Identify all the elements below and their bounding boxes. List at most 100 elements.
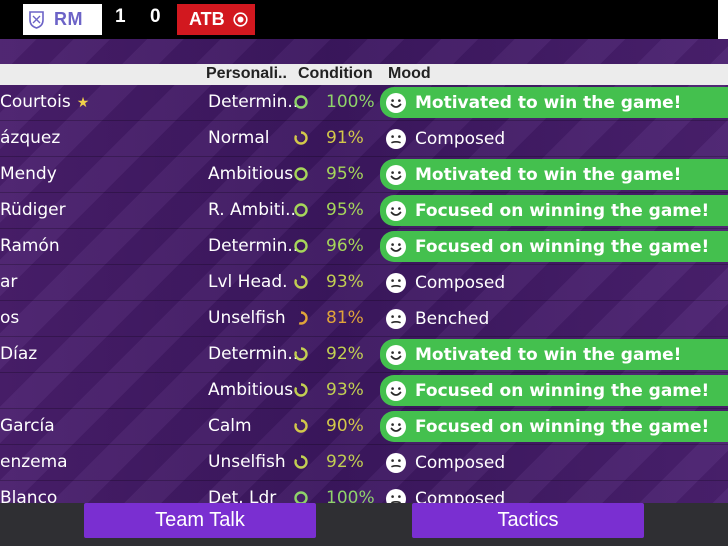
player-name[interactable]: Ramón [0, 229, 60, 264]
mood-text: Focused on winning the game! [415, 200, 710, 221]
player-row[interactable]: ázquez Normal 91% Composed [0, 121, 728, 157]
mood-cell[interactable]: Focused on winning the game! [380, 231, 728, 262]
player-row[interactable]: enzema Unselfish 92% Composed [0, 445, 728, 481]
player-name-text: Rüdiger [0, 200, 66, 220]
player-name[interactable]: os [0, 301, 19, 336]
condition-ring-icon [294, 311, 308, 325]
condition-value: 92% [326, 344, 364, 364]
happy-face-icon [386, 92, 406, 113]
star-icon: ★ [76, 95, 90, 111]
condition-value: 81% [326, 308, 364, 328]
player-name[interactable]: enzema [0, 445, 68, 480]
player-name-text: ázquez [0, 128, 61, 148]
mood-cell[interactable]: Benched [380, 303, 728, 334]
table-header: Personali.. Condition Mood [0, 64, 728, 85]
player-list: Courtois ★ Determin.. 100% Motivated to win … [0, 85, 728, 516]
mood-text: Focused on winning the game! [415, 380, 710, 401]
condition-value: 96% [326, 236, 364, 256]
team-talk-button[interactable]: Team Talk [84, 503, 316, 538]
away-team-badge[interactable]: ATB [177, 4, 255, 35]
neutral-face-icon [386, 308, 406, 329]
header-personality[interactable]: Personali.. [206, 65, 287, 83]
condition-value: 100% [326, 92, 375, 112]
mood-cell[interactable]: Composed [380, 267, 728, 298]
player-row[interactable]: Díaz Determin.. 92% Motivated to win the ga… [0, 337, 728, 373]
mood-cell[interactable]: Focused on winning the game! [380, 195, 728, 226]
mood-text: Composed [415, 452, 506, 473]
player-row[interactable]: Courtois ★ Determin.. 100% Motivated to win … [0, 85, 728, 121]
player-name[interactable]: ar [0, 265, 17, 300]
home-crest-icon [29, 10, 44, 29]
home-team-badge[interactable]: RM [23, 4, 102, 35]
personality-value: Lvl Head. [208, 272, 288, 292]
player-name-text: enzema [0, 452, 68, 472]
player-row[interactable]: Mendy Ambitious 95% Motivated to win the ga… [0, 157, 728, 193]
home-team-abbr: RM [54, 9, 83, 29]
mood-cell[interactable]: Composed [380, 123, 728, 154]
player-name[interactable]: Díaz [0, 337, 37, 372]
happy-face-icon [386, 416, 406, 437]
player-name[interactable]: García [0, 409, 55, 444]
mood-text: Motivated to win the game! [415, 344, 682, 365]
player-name[interactable]: ázquez [0, 121, 60, 156]
neutral-face-icon [386, 452, 406, 473]
player-row[interactable]: Ambitious 93% Focused on winning the game! [0, 373, 728, 409]
edge-panel [718, 0, 728, 39]
player-row[interactable]: Rüdiger R. Ambiti.. 95% Focused on winning … [0, 193, 728, 229]
player-name-text: García [0, 416, 55, 436]
mood-text: Focused on winning the game! [415, 236, 710, 257]
player-name[interactable]: Courtois ★ [0, 85, 89, 120]
happy-face-icon [386, 200, 406, 221]
away-score: 0 [150, 6, 161, 27]
condition-ring-icon [294, 455, 308, 469]
mood-text: Composed [415, 272, 506, 293]
player-name-text: Díaz [0, 344, 38, 364]
condition-value: 90% [326, 416, 364, 436]
tactics-button[interactable]: Tactics [412, 503, 644, 538]
mood-cell[interactable]: Focused on winning the game! [380, 375, 728, 406]
player-row[interactable]: García Calm 90% Focused on winning the game… [0, 409, 728, 445]
condition-value: 91% [326, 128, 364, 148]
personality-value: R. Ambiti.. [208, 200, 296, 220]
condition-value: 95% [326, 164, 364, 184]
scoreboard: RM 1 0 ATB [0, 0, 728, 39]
mood-text: Benched [415, 308, 490, 329]
condition-ring-icon [294, 383, 308, 397]
happy-face-icon [386, 164, 406, 185]
player-name-text: ar [0, 272, 18, 292]
player-name[interactable]: Mendy [0, 157, 57, 192]
mood-cell[interactable]: Motivated to win the game! [380, 339, 728, 370]
personality-value: Ambitious [208, 380, 294, 400]
condition-value: 93% [326, 380, 364, 400]
condition-value: 92% [326, 452, 364, 472]
condition-ring-icon [294, 347, 308, 361]
condition-ring-icon [294, 203, 308, 217]
player-row[interactable]: Ramón Determin.. 96% Focused on winning the… [0, 229, 728, 265]
personality-value: Determin.. [208, 236, 299, 256]
mood-cell[interactable]: Composed [380, 447, 728, 478]
away-team-abbr: ATB [189, 9, 225, 29]
condition-value: 93% [326, 272, 364, 292]
personality-value: Normal [208, 128, 270, 148]
mood-cell[interactable]: Motivated to win the game! [380, 159, 728, 190]
player-row[interactable]: ar Lvl Head. 93% Composed [0, 265, 728, 301]
away-crest-icon [233, 12, 248, 27]
mood-text: Motivated to win the game! [415, 164, 682, 185]
player-name[interactable]: Rüdiger [0, 193, 66, 228]
player-name-text: Mendy [0, 164, 57, 184]
mood-cell[interactable]: Focused on winning the game! [380, 411, 728, 442]
home-score: 1 [115, 6, 126, 27]
personality-value: Determin.. [208, 344, 299, 364]
header-mood[interactable]: Mood [388, 65, 431, 83]
player-name-text: Courtois [0, 92, 71, 112]
condition-ring-icon [294, 95, 308, 109]
mood-text: Motivated to win the game! [415, 92, 682, 113]
mood-text: Focused on winning the game! [415, 416, 710, 437]
player-row[interactable]: os Unselfish 81% Benched [0, 301, 728, 337]
happy-face-icon [386, 236, 406, 257]
neutral-face-icon [386, 128, 406, 149]
personality-value: Unselfish [208, 452, 286, 472]
header-condition[interactable]: Condition [298, 65, 373, 83]
mood-cell[interactable]: Motivated to win the game! [380, 87, 728, 118]
happy-face-icon [386, 380, 406, 401]
